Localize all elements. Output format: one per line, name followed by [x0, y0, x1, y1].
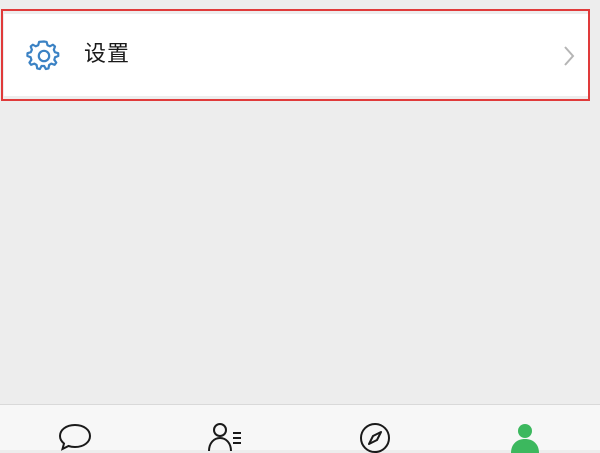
settings-label: 设置	[84, 42, 131, 67]
top-spacer	[0, 0, 600, 12]
nav-item-contacts[interactable]	[150, 405, 300, 452]
chat-icon	[58, 423, 92, 451]
nav-item-me[interactable]	[450, 405, 600, 453]
contacts-icon	[208, 423, 241, 452]
nav-item-chats[interactable]	[0, 405, 150, 451]
bottom-nav	[0, 404, 600, 453]
gear-icon	[26, 40, 60, 71]
nav-item-discover[interactable]	[300, 405, 450, 453]
discover-compass-icon	[360, 423, 390, 453]
settings-row[interactable]: 设置	[4, 14, 590, 96]
me-profile-icon	[511, 424, 539, 453]
chevron-right-icon	[564, 46, 575, 66]
